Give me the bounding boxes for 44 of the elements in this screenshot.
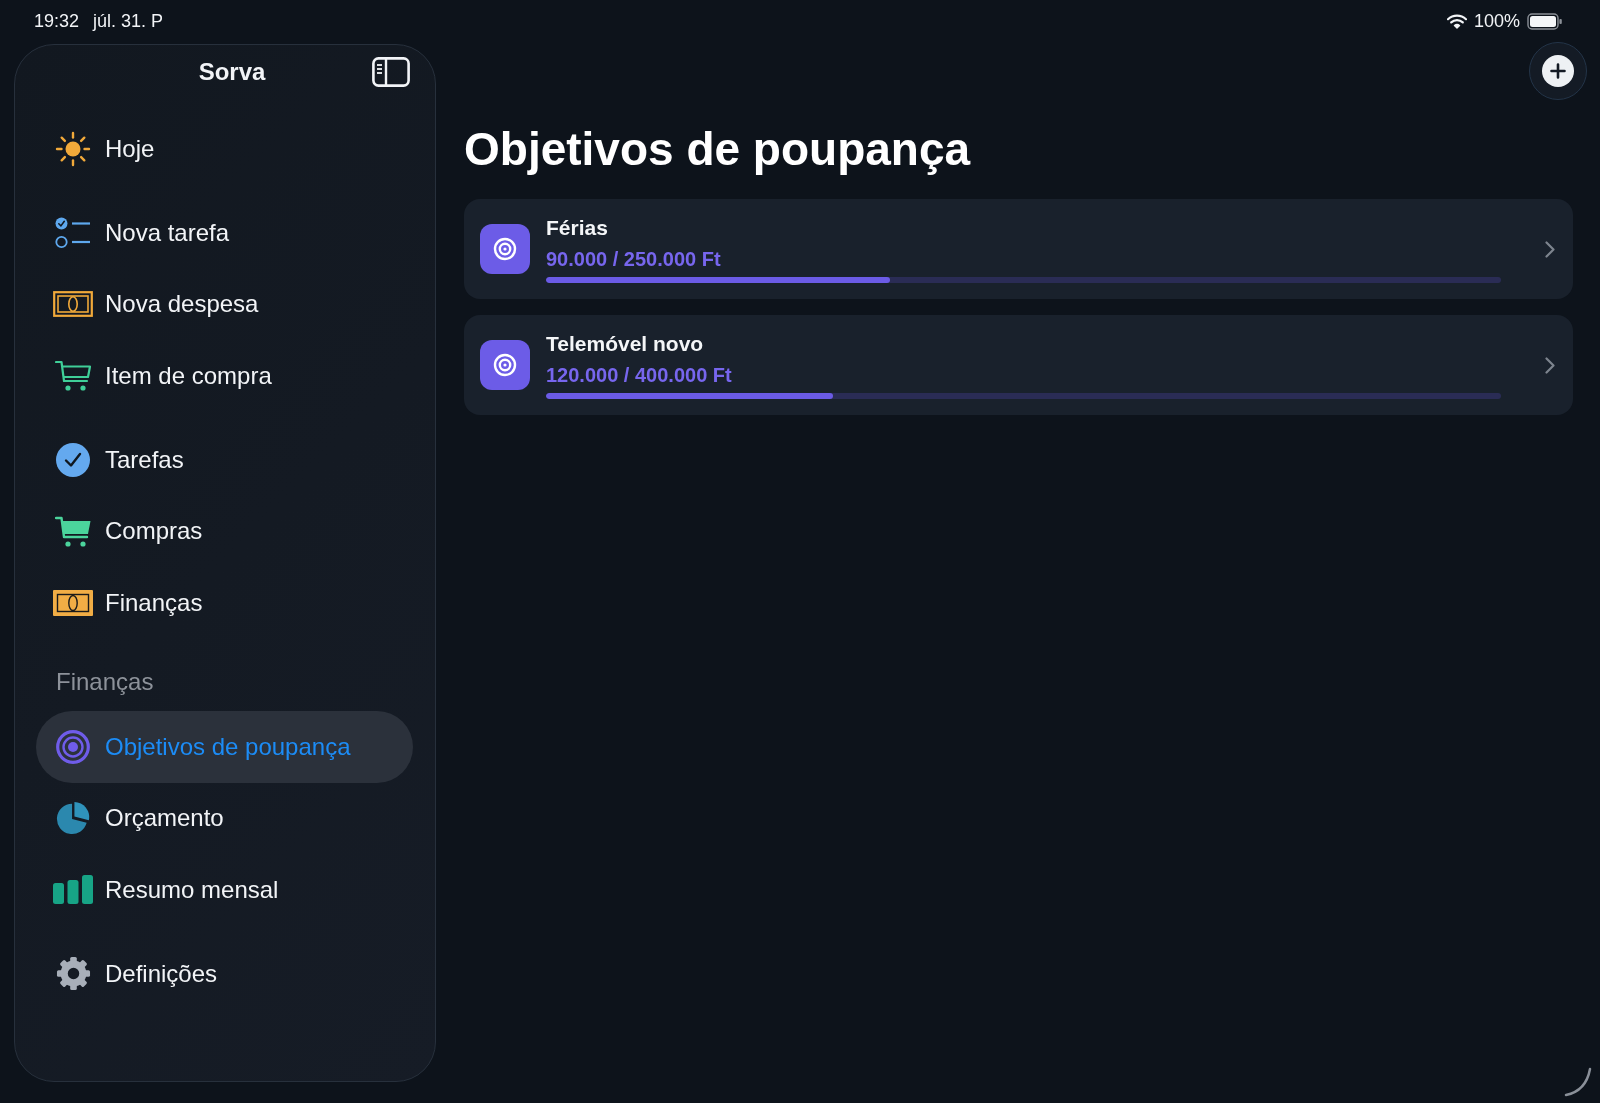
battery-icon xyxy=(1527,12,1563,30)
goal-card[interactable]: Telemóvel novo 120.000 / 400.000 Ft xyxy=(464,315,1573,415)
wifi-icon xyxy=(1446,13,1467,29)
sidebar-item[interactable]: Compras xyxy=(36,495,413,567)
chevron-icon xyxy=(1545,356,1555,374)
checklist-icon xyxy=(55,216,91,249)
sidebar-item[interactable]: Nova tarefa xyxy=(36,197,413,269)
sidebar-item[interactable]: Definições xyxy=(36,938,413,1010)
banknote-icon xyxy=(53,589,93,616)
chevron-icon xyxy=(1545,240,1555,258)
goal-amount: 90.000 / 250.000 Ft xyxy=(546,247,722,271)
sidebar-toggle-button[interactable] xyxy=(372,56,410,87)
sidebar-item[interactable]: Objetivos de poupança xyxy=(36,711,413,783)
goal-name: Férias xyxy=(546,215,609,241)
sidebar-item[interactable]: Finanças xyxy=(36,567,413,639)
pie-chart-icon xyxy=(56,801,90,836)
plus-icon xyxy=(1542,55,1574,87)
sidebar-item[interactable]: Orçamento xyxy=(36,782,413,854)
sidebar-item[interactable]: Tarefas xyxy=(36,424,413,496)
sun-icon xyxy=(55,130,91,167)
curve-icon xyxy=(1564,1067,1592,1097)
target-icon xyxy=(480,224,530,274)
target-icon xyxy=(480,340,530,390)
app-title: Sorva xyxy=(198,56,266,87)
section-heading: Finanças xyxy=(55,667,155,697)
sidebar-item[interactable]: Hoje xyxy=(36,113,413,185)
cart-icon xyxy=(55,515,91,547)
status-time: 19:32 xyxy=(34,10,80,32)
target-icon xyxy=(56,729,90,764)
banknote-icon xyxy=(53,291,93,318)
page-title: Objetivos de poupança xyxy=(464,122,972,177)
bar-chart-icon xyxy=(53,875,93,905)
sidebar-icon xyxy=(372,56,410,87)
sidebar-item[interactable]: Nova despesa xyxy=(36,268,413,340)
sidebar-item[interactable]: Item de compra xyxy=(36,340,413,412)
goal-amount: 120.000 / 400.000 Ft xyxy=(546,363,733,387)
gear-icon xyxy=(55,956,91,992)
checkmark-circle-icon xyxy=(56,442,90,477)
status-date: júl. 31. P xyxy=(93,10,164,32)
battery-percentage: 100% xyxy=(1473,10,1520,32)
goal-name: Telemóvel novo xyxy=(546,331,705,357)
cart-icon xyxy=(55,360,91,392)
goal-card[interactable]: Férias 90.000 / 250.000 Ft xyxy=(464,199,1573,299)
sidebar-item[interactable]: Resumo mensal xyxy=(36,854,413,926)
